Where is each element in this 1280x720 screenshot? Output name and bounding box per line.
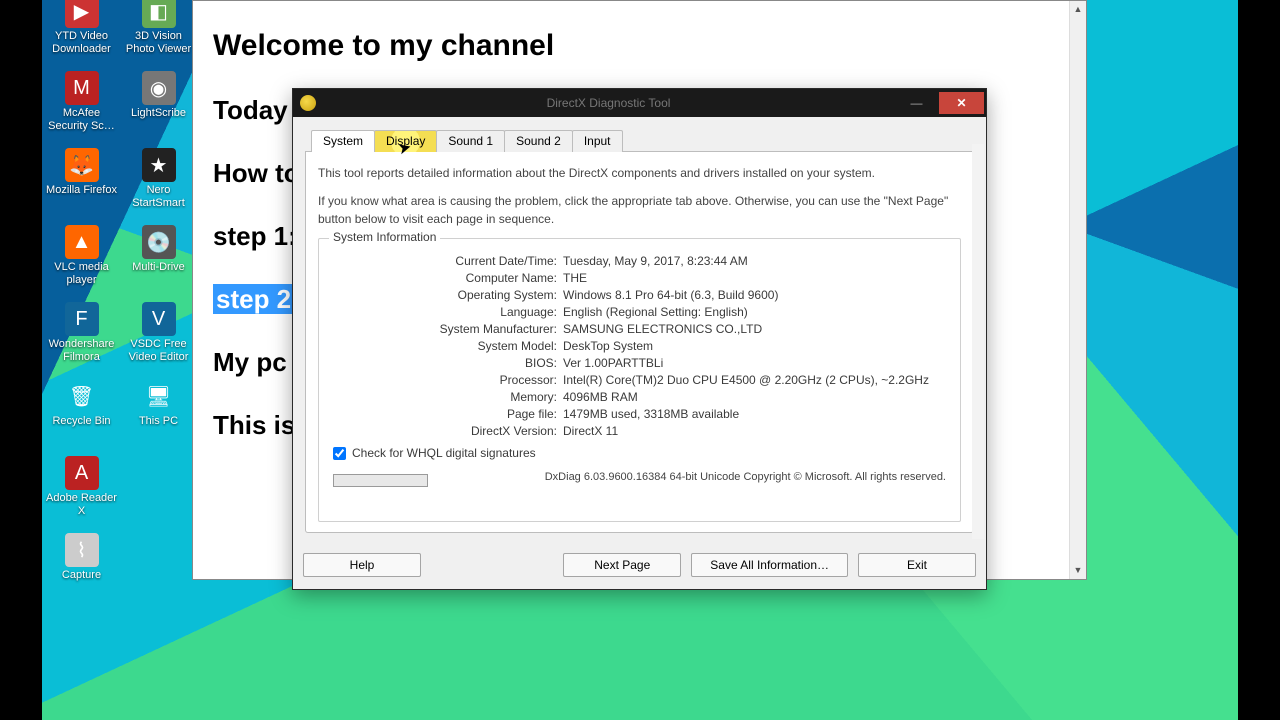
- info-label: Processor:: [333, 373, 563, 387]
- tab-system[interactable]: System: [311, 130, 375, 152]
- info-row: Computer Name:THE: [333, 271, 946, 285]
- whql-label: Check for WHQL digital signatures: [352, 446, 536, 460]
- info-value: Ver 1.00PARTTBLi: [563, 356, 946, 370]
- notepad-heading: Welcome to my channel: [213, 29, 1066, 63]
- desktop-icon[interactable]: ▶YTD Video Downloader: [44, 0, 119, 55]
- info-value: Windows 8.1 Pro 64-bit (6.3, Build 9600): [563, 288, 946, 302]
- dxdiag-window: DirectX Diagnostic Tool — ✕ SystemDispla…: [292, 88, 987, 590]
- info-row: Operating System:Windows 8.1 Pro 64-bit …: [333, 288, 946, 302]
- info-label: Language:: [333, 305, 563, 319]
- info-row: Processor:Intel(R) Core(TM)2 Duo CPU E45…: [333, 373, 946, 387]
- scroll-down-icon[interactable]: ▼: [1070, 562, 1086, 579]
- desktop-icon[interactable]: 🗑Recycle Bin: [44, 379, 119, 428]
- info-row: BIOS:Ver 1.00PARTTBLi: [333, 356, 946, 370]
- tab-panel-system: This tool reports detailed information a…: [305, 152, 974, 533]
- desktop-icon-label: This PC: [139, 415, 178, 428]
- info-label: Operating System:: [333, 288, 563, 302]
- desktop-icon-label: Mozilla Firefox: [46, 184, 117, 197]
- desktop-icon-label: Nero StartSmart: [121, 184, 196, 209]
- tab-input[interactable]: Input: [572, 130, 623, 152]
- info-value: THE: [563, 271, 946, 285]
- description-text: This tool reports detailed information a…: [318, 164, 961, 228]
- letterbox-left: [0, 0, 42, 720]
- info-value: DirectX 11: [563, 424, 946, 438]
- close-button[interactable]: ✕: [939, 92, 984, 114]
- info-row: System Manufacturer:SAMSUNG ELECTRONICS …: [333, 322, 946, 336]
- help-button[interactable]: Help: [303, 553, 421, 577]
- dialog-button-row: Help Next Page Save All Information… Exi…: [293, 543, 986, 589]
- notepad-scrollbar[interactable]: ▲ ▼: [1069, 1, 1086, 579]
- desktop-icon[interactable]: ◧3D Vision Photo Viewer: [121, 0, 196, 55]
- tab-display[interactable]: Display: [374, 130, 437, 152]
- info-row: Language:English (Regional Setting: Engl…: [333, 305, 946, 319]
- desktop-icon[interactable]: MMcAfee Security Sc…: [44, 71, 119, 132]
- system-information-group: System Information Current Date/Time:Tue…: [318, 238, 961, 522]
- info-value: DeskTop System: [563, 339, 946, 353]
- desktop-icon-label: 3D Vision Photo Viewer: [121, 30, 196, 55]
- info-label: DirectX Version:: [333, 424, 563, 438]
- desktop-icon[interactable]: ◉LightScribe: [121, 71, 196, 120]
- exit-button[interactable]: Exit: [858, 553, 976, 577]
- info-row: Current Date/Time:Tuesday, May 9, 2017, …: [333, 254, 946, 268]
- info-row: DirectX Version:DirectX 11: [333, 424, 946, 438]
- desktop-icon[interactable]: ⌇Capture: [44, 533, 119, 582]
- desktop-icon-label: Wondershare Filmora: [44, 338, 119, 363]
- desktop-icon[interactable]: ★Nero StartSmart: [121, 148, 196, 209]
- desktop-icon[interactable]: ▲VLC media player: [44, 225, 119, 286]
- desktop-icon[interactable]: 🖥This PC: [121, 379, 196, 428]
- info-value: SAMSUNG ELECTRONICS CO.,LTD: [563, 322, 946, 336]
- titlebar[interactable]: DirectX Diagnostic Tool — ✕: [293, 89, 986, 117]
- window-title: DirectX Diagnostic Tool: [323, 96, 894, 110]
- info-label: Current Date/Time:: [333, 254, 563, 268]
- desktop-icon-label: Multi-Drive: [132, 261, 185, 274]
- progress-bar: [333, 474, 428, 487]
- desktop-icon[interactable]: 💿Multi-Drive: [121, 225, 196, 274]
- info-row: Page file:1479MB used, 3318MB available: [333, 407, 946, 421]
- info-row: Memory:4096MB RAM: [333, 390, 946, 404]
- desktop-icon-label: Recycle Bin: [52, 415, 110, 428]
- group-legend: System Information: [329, 230, 440, 244]
- next-page-button[interactable]: Next Page: [563, 553, 681, 577]
- info-value: Tuesday, May 9, 2017, 8:23:44 AM: [563, 254, 946, 268]
- info-row: System Model:DeskTop System: [333, 339, 946, 353]
- whql-checkbox[interactable]: [333, 447, 346, 460]
- save-all-button[interactable]: Save All Information…: [691, 553, 848, 577]
- desktop-icon[interactable]: 🦊Mozilla Firefox: [44, 148, 119, 197]
- copyright-text: DxDiag 6.03.9600.16384 64-bit Unicode Co…: [545, 471, 946, 483]
- desktop-icon-label: LightScribe: [131, 107, 186, 120]
- tab-strip: SystemDisplaySound 1Sound 2Input: [305, 129, 974, 152]
- info-label: System Manufacturer:: [333, 322, 563, 336]
- dxdiag-icon: [300, 95, 316, 111]
- desktop-icon-label: VLC media player: [44, 261, 119, 286]
- whql-checkbox-row[interactable]: Check for WHQL digital signatures: [333, 446, 946, 460]
- info-label: System Model:: [333, 339, 563, 353]
- scroll-up-icon[interactable]: ▲: [1070, 1, 1086, 18]
- desktop-icon[interactable]: AAdobe Reader X: [44, 456, 119, 517]
- desktop-icon-label: VSDC Free Video Editor: [121, 338, 196, 363]
- letterbox-right: [1238, 0, 1280, 720]
- info-label: Computer Name:: [333, 271, 563, 285]
- desktop-icon[interactable]: FWondershare Filmora: [44, 302, 119, 363]
- desktop-icon-label: Capture: [62, 569, 101, 582]
- tab-sound-2[interactable]: Sound 2: [504, 130, 573, 152]
- tab-sound-1[interactable]: Sound 1: [436, 130, 505, 152]
- info-value: 1479MB used, 3318MB available: [563, 407, 946, 421]
- minimize-button[interactable]: —: [894, 92, 939, 114]
- desktop-icon-label: McAfee Security Sc…: [44, 107, 119, 132]
- desktop-icon[interactable]: VVSDC Free Video Editor: [121, 302, 196, 363]
- desktop-icon-label: YTD Video Downloader: [44, 30, 119, 55]
- info-label: BIOS:: [333, 356, 563, 370]
- info-value: Intel(R) Core(TM)2 Duo CPU E4500 @ 2.20G…: [563, 373, 946, 387]
- info-label: Memory:: [333, 390, 563, 404]
- info-value: English (Regional Setting: English): [563, 305, 946, 319]
- info-value: 4096MB RAM: [563, 390, 946, 404]
- dialog-scroll-track[interactable]: [972, 144, 984, 539]
- info-label: Page file:: [333, 407, 563, 421]
- desktop-icon-label: Adobe Reader X: [44, 492, 119, 517]
